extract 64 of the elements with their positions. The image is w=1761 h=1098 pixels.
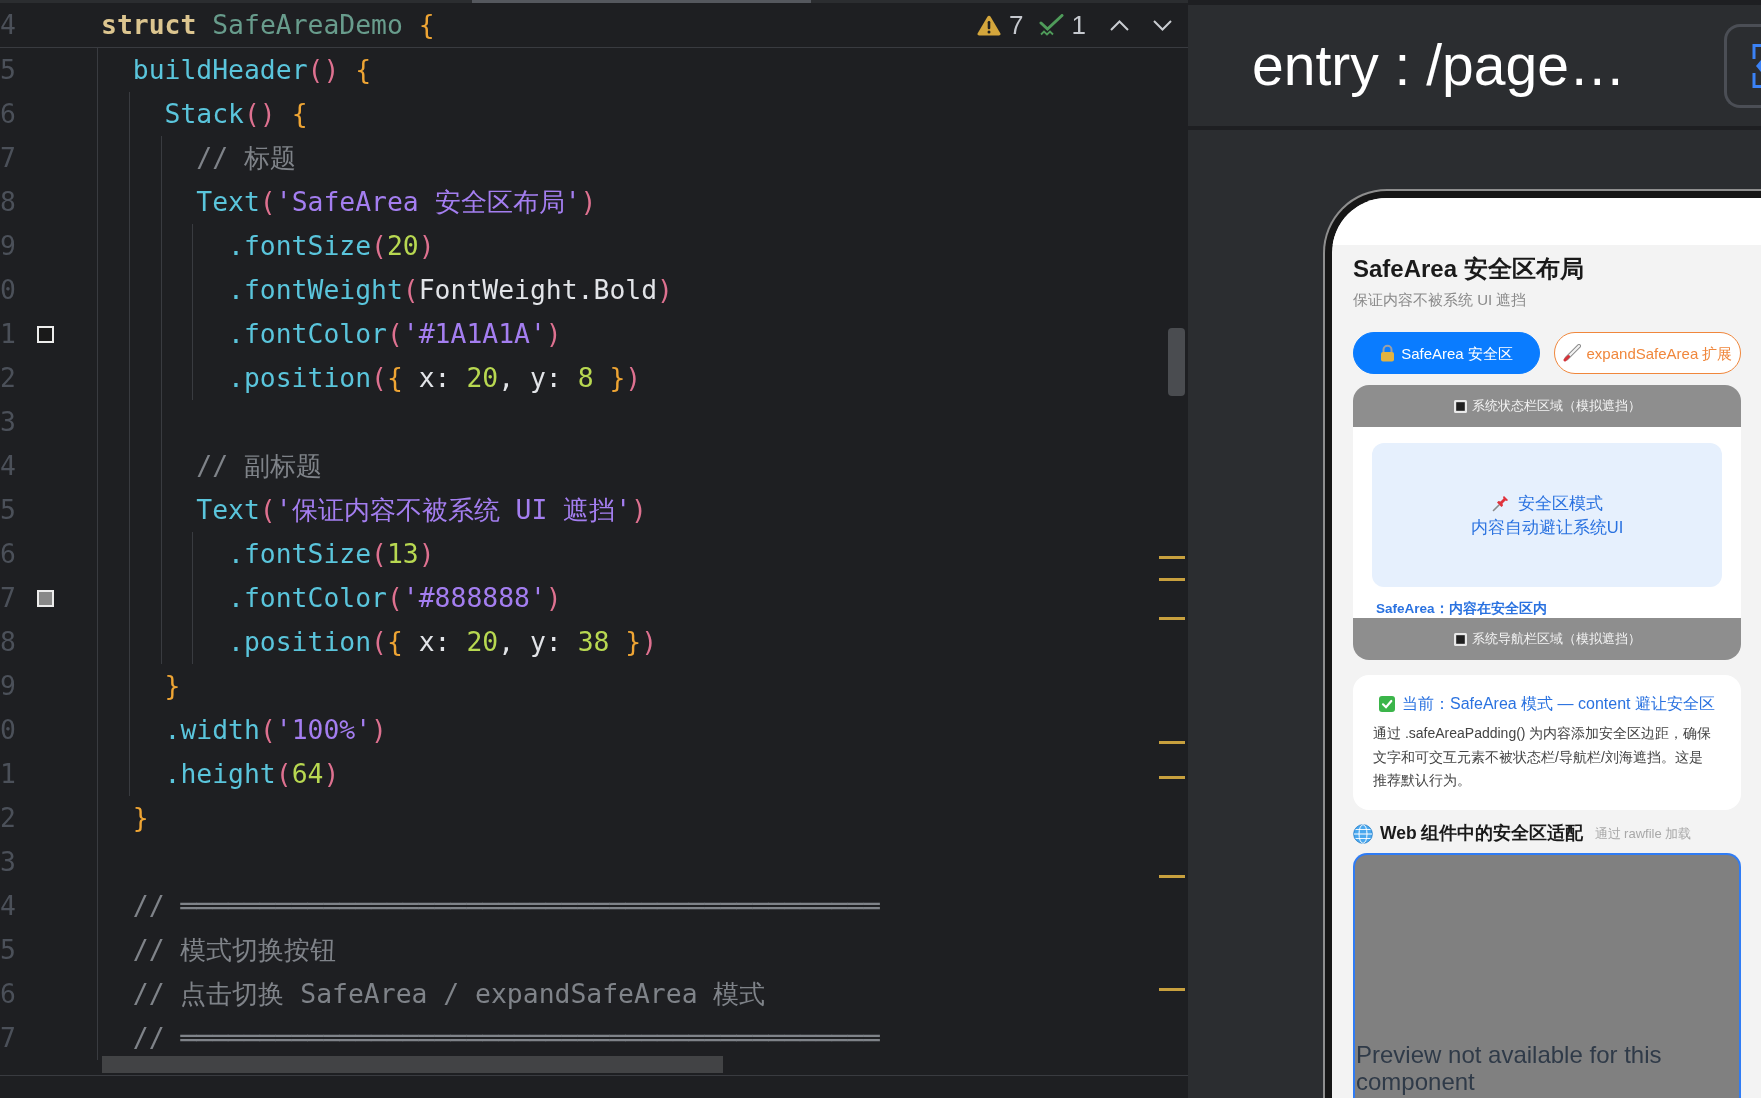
- info-text: 通过 .safeAreaPadding() 为内容添加安全区边距，确保文字和可交互元素不被状态栏/导航栏/刘海遮挡。这是推荐默认行为。: [1373, 724, 1713, 790]
- code-line: // ════════════════════════════════════════════: [132, 889, 880, 923]
- page-title: SafeArea 安全区布局: [1353, 254, 1585, 284]
- color-swatch-icon[interactable]: [37, 589, 54, 607]
- scrollbar-thumb[interactable]: [1168, 328, 1185, 396]
- section-note: 通过 rawfile 加载: [1594, 824, 1692, 843]
- info-heading: 当前：SafeArea 模式 — content 避让安全区: [1402, 694, 1715, 714]
- code-line: }: [164, 669, 181, 703]
- code-line: // 副标题: [196, 449, 322, 483]
- brush-icon: [1562, 344, 1581, 362]
- lock-icon: [1380, 344, 1396, 362]
- preview-message: Preview not available for this component: [1355, 1041, 1663, 1097]
- warning-icon: [977, 14, 1002, 36]
- square-icon: [1453, 632, 1467, 646]
- code-line: // 点击切换 SafeArea / expandSafeArea 模式: [132, 977, 766, 1011]
- code-line: .fontColor('#1A1A1A'): [228, 317, 562, 351]
- code-line: .fontColor('#888888'): [228, 581, 562, 615]
- code-line: Stack() {: [164, 97, 308, 131]
- warning-marker-icon: [1159, 617, 1185, 620]
- code-line: .fontSize(13): [228, 537, 435, 571]
- warning-marker-icon: [1159, 578, 1185, 581]
- toolbar-button[interactable]: [1724, 23, 1761, 108]
- warning-marker-icon: [1159, 875, 1185, 878]
- band-label: 系统导航栏区域（模拟遮挡）: [1471, 630, 1641, 649]
- caption-text: SafeArea：内容在安全区内: [1376, 600, 1547, 618]
- code-line: Text('SafeArea 安全区布局'): [196, 185, 597, 219]
- warning-count: 7: [1009, 12, 1024, 38]
- scrollbar-thumb[interactable]: [472, 0, 811, 3]
- globe-icon: [1353, 823, 1373, 844]
- band-label: 系统状态栏区域（模拟遮挡）: [1471, 397, 1641, 416]
- code-line: // 标题: [196, 141, 296, 175]
- mode-button[interactable]: SafeArea 安全区: [1353, 332, 1540, 374]
- code-line: struct SafeAreaDemo {: [101, 8, 435, 42]
- code-line: Text('保证内容不被系统 UI 遮挡'): [196, 493, 647, 527]
- chevron-up-icon[interactable]: [1110, 19, 1129, 31]
- scrollbar-thumb[interactable]: [102, 1056, 723, 1073]
- code-line: .position({ x: 20, y: 38 }): [228, 625, 658, 659]
- pushpin-icon: [1491, 494, 1510, 512]
- warning-marker-icon: [1159, 776, 1185, 779]
- card-text: 内容自动避让系统UI: [1470, 517, 1624, 538]
- check-icon: [1379, 696, 1395, 712]
- code-line: // 模式切换按钮: [132, 933, 337, 967]
- bracket-icon: [1752, 43, 1761, 88]
- square-icon: [1453, 399, 1467, 413]
- code-line: buildHeader() {: [132, 53, 372, 87]
- section-title: Web 组件中的安全区适配: [1380, 822, 1584, 846]
- preview-title: entry : /page…: [1252, 32, 1626, 99]
- check-icon: [1038, 14, 1064, 36]
- color-swatch-icon[interactable]: [37, 325, 54, 343]
- code-line: .position({ x: 20, y: 8 }): [228, 361, 642, 395]
- code-line: .fontWeight(FontWeight.Bold): [228, 273, 673, 307]
- warning-marker-icon: [1159, 556, 1185, 559]
- code-line: }: [132, 801, 149, 835]
- code-line: .height(64): [164, 757, 340, 791]
- chevron-down-icon[interactable]: [1153, 19, 1172, 31]
- check-count: 1: [1071, 12, 1086, 38]
- code-line: .fontSize(20): [228, 229, 435, 263]
- mode-button[interactable]: expandSafeArea 扩展: [1554, 332, 1741, 374]
- warning-marker-icon: [1159, 988, 1185, 991]
- page-subtitle: 保证内容不被系统 UI 遮挡: [1353, 290, 1528, 310]
- code-line: // ════════════════════════════════════════════: [132, 1021, 880, 1055]
- warning-marker-icon: [1159, 741, 1185, 744]
- code-line: .width('100%'): [164, 713, 387, 747]
- card-title: 安全区模式: [1517, 493, 1603, 514]
